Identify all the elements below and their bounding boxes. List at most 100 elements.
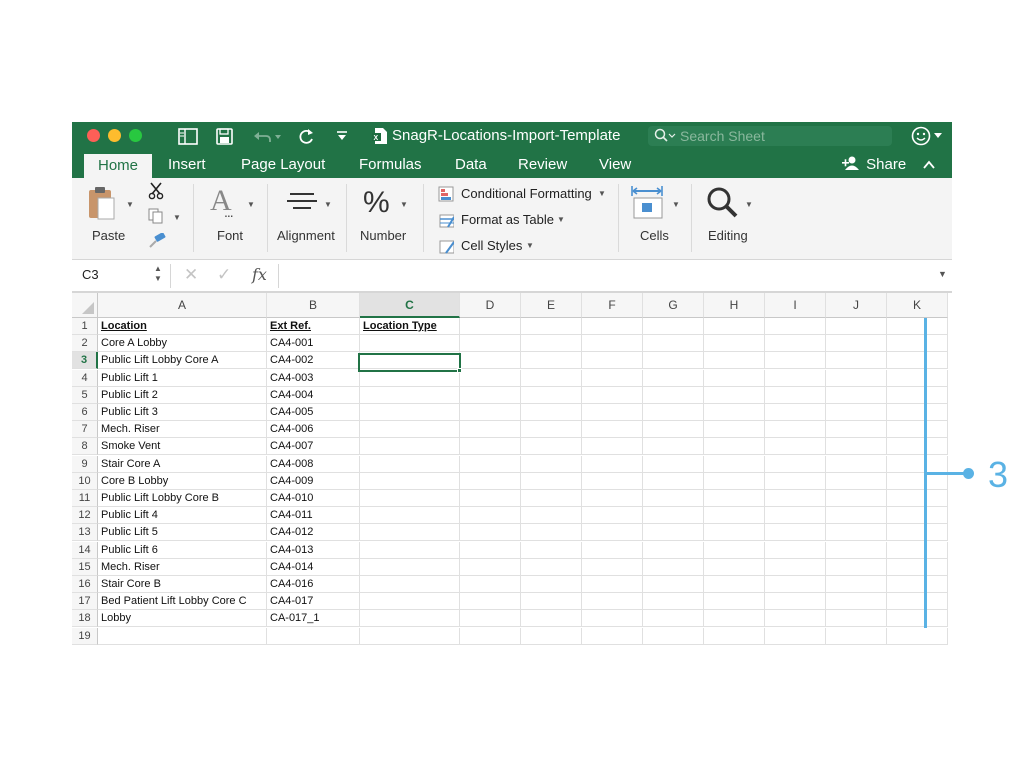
cell-b12[interactable]: CA4-011 — [267, 507, 360, 525]
empty-cell[interactable] — [460, 627, 521, 645]
sidebar-toggle-icon[interactable] — [178, 128, 198, 148]
empty-cell[interactable] — [765, 352, 826, 370]
empty-cell[interactable] — [887, 593, 948, 611]
tab-review[interactable]: Review — [518, 156, 567, 173]
empty-cell[interactable] — [460, 421, 521, 439]
cells-icon[interactable] — [631, 186, 667, 220]
save-icon[interactable] — [216, 128, 233, 148]
empty-cell[interactable] — [887, 541, 948, 559]
column-header-g[interactable]: G — [643, 293, 704, 318]
editing-caret[interactable]: ▼ — [745, 200, 753, 209]
tab-insert[interactable]: Insert — [168, 156, 206, 173]
cell-c1[interactable]: Location Type — [360, 318, 460, 335]
cell-b8[interactable]: CA4-007 — [267, 438, 360, 456]
alignment-caret[interactable]: ▼ — [324, 200, 332, 209]
cut-icon[interactable] — [148, 182, 164, 200]
empty-cell[interactable] — [643, 524, 704, 542]
empty-cell[interactable] — [826, 455, 887, 473]
empty-cell[interactable] — [582, 352, 643, 370]
empty-cell[interactable] — [582, 627, 643, 645]
empty-cell[interactable] — [643, 438, 704, 456]
cell-b6[interactable]: CA4-005 — [267, 404, 360, 421]
empty-cell[interactable] — [460, 318, 521, 335]
zoom-window-button[interactable] — [129, 129, 142, 142]
empty-cell[interactable] — [704, 421, 765, 439]
empty-cell[interactable] — [460, 507, 521, 525]
column-header-b[interactable]: B — [267, 293, 360, 318]
empty-cell[interactable] — [826, 472, 887, 490]
empty-cell[interactable] — [704, 472, 765, 490]
empty-cell[interactable] — [643, 610, 704, 628]
empty-cell[interactable] — [826, 490, 887, 507]
empty-cell[interactable] — [704, 541, 765, 559]
column-header-e[interactable]: E — [521, 293, 582, 318]
row-header[interactable]: 4 — [72, 369, 98, 387]
customize-toolbar-icon[interactable] — [336, 130, 348, 150]
empty-cell[interactable] — [704, 490, 765, 507]
empty-cell[interactable] — [826, 369, 887, 387]
cell-c16[interactable] — [360, 576, 460, 593]
cell-b13[interactable]: CA4-012 — [267, 524, 360, 542]
cell-a17[interactable]: Bed Patient Lift Lobby Core C — [98, 593, 267, 611]
empty-cell[interactable] — [765, 369, 826, 387]
column-header-c[interactable]: C — [360, 293, 460, 318]
empty-cell[interactable] — [826, 576, 887, 593]
empty-cell[interactable] — [765, 593, 826, 611]
spreadsheet-grid[interactable]: ABCDEFGHIJK 1 Location Ext Ref. Location Ty… — [72, 292, 952, 645]
empty-cell[interactable] — [643, 318, 704, 335]
column-header-f[interactable]: F — [582, 293, 643, 318]
cell-c15[interactable] — [360, 558, 460, 576]
cell-c17[interactable] — [360, 593, 460, 611]
expand-formula-bar-icon[interactable]: ▼ — [938, 269, 947, 279]
empty-cell[interactable] — [460, 558, 521, 576]
empty-cell[interactable] — [582, 507, 643, 525]
tab-view[interactable]: View — [599, 156, 631, 173]
conditional-formatting-button[interactable]: Conditional Formatting — [461, 186, 592, 201]
empty-cell[interactable] — [765, 335, 826, 353]
empty-cell[interactable] — [704, 404, 765, 421]
empty-cell[interactable] — [460, 386, 521, 404]
share-button[interactable]: Share — [842, 155, 906, 173]
empty-cell[interactable] — [643, 404, 704, 421]
empty-cell[interactable] — [826, 593, 887, 611]
column-header-j[interactable]: J — [826, 293, 887, 318]
empty-cell[interactable] — [643, 490, 704, 507]
empty-cell[interactable] — [521, 386, 582, 404]
cell-a9[interactable]: Stair Core A — [98, 455, 267, 473]
cell-c5[interactable] — [360, 386, 460, 404]
cell-styles-caret[interactable]: ▼ — [526, 241, 534, 250]
empty-cell[interactable] — [826, 386, 887, 404]
cell-a15[interactable]: Mech. Riser — [98, 558, 267, 576]
empty-cell[interactable] — [582, 593, 643, 611]
empty-cell[interactable] — [521, 318, 582, 335]
row-header[interactable]: 14 — [72, 541, 98, 559]
cell-b14[interactable]: CA4-013 — [267, 541, 360, 559]
copy-caret[interactable]: ▼ — [173, 213, 181, 222]
copy-icon[interactable] — [148, 208, 164, 224]
empty-cell[interactable] — [704, 593, 765, 611]
format-as-table-icon[interactable] — [438, 212, 454, 228]
empty-cell[interactable] — [765, 438, 826, 456]
row-header[interactable]: 6 — [72, 404, 98, 421]
empty-cell[interactable] — [826, 610, 887, 628]
empty-cell[interactable] — [704, 352, 765, 370]
cell-c2[interactable] — [360, 335, 460, 353]
cell-c7[interactable] — [360, 421, 460, 439]
empty-cell[interactable] — [765, 421, 826, 439]
empty-cell[interactable] — [826, 507, 887, 525]
empty-cell[interactable] — [765, 541, 826, 559]
cell-a16[interactable]: Stair Core B — [98, 576, 267, 593]
column-header-a[interactable]: A — [98, 293, 267, 318]
tab-data[interactable]: Data — [455, 156, 487, 173]
smiley-feedback-icon[interactable] — [911, 126, 931, 146]
cell-a18[interactable]: Lobby — [98, 610, 267, 628]
empty-cell[interactable] — [521, 490, 582, 507]
empty-cell[interactable] — [521, 472, 582, 490]
row-header[interactable]: 16 — [72, 576, 98, 593]
percent-icon[interactable]: % — [363, 186, 390, 220]
empty-cell[interactable] — [460, 438, 521, 456]
empty-cell[interactable] — [765, 610, 826, 628]
empty-cell[interactable] — [643, 472, 704, 490]
empty-cell[interactable] — [704, 386, 765, 404]
magnifier-icon[interactable] — [706, 186, 740, 220]
